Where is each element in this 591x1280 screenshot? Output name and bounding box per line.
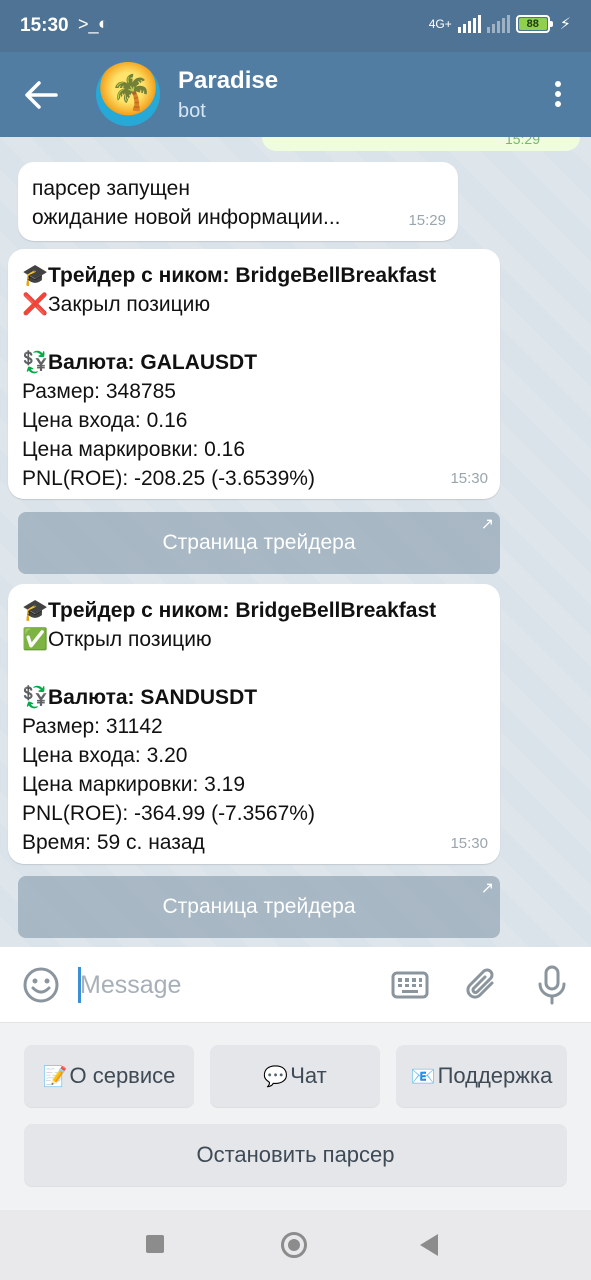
about-service-label: О сервисе [69,1063,176,1088]
home-icon[interactable] [281,1232,307,1258]
bot-avatar[interactable]: 🌴 [96,62,160,126]
about-service-button[interactable]: 📝 О сервисе [24,1045,194,1107]
microphone-icon[interactable] [536,964,568,1006]
message-input-bar [0,947,591,1023]
trade-action: Закрыл позицию [48,293,211,316]
system-back-icon[interactable] [420,1234,438,1256]
chat-subtitle: bot [178,100,206,122]
trader-name: Трейдер с ником: BridgeBellBreakfast [48,264,437,287]
mark-price: Цена маркировки: 3.19 [22,773,246,796]
message-input[interactable] [80,965,370,1005]
check-mark-icon: ✅ [22,628,49,651]
terminal-icon: >_ [78,14,99,34]
more-options-icon[interactable] [555,81,563,109]
signal-icon [457,15,481,33]
status-time: 15:30 [20,15,69,36]
pnl: PNL(ROE): -208.25 (-3.6539%) [22,467,315,490]
app-notification-icon: ◐ [98,14,109,33]
trader-page-button-label: Страница трейдера [162,895,356,918]
chat-area[interactable]: 15:29 парсер запущен ожидание новой инфо… [0,137,591,947]
support-button[interactable]: 📧 Поддержка [396,1045,567,1107]
position-size: Размер: 348785 [22,380,176,403]
message-line: ожидание новой информации... [32,206,341,229]
message-line: парсер запущен [32,177,190,200]
email-icon: 📧 [410,1065,436,1088]
currency-exchange-icon: 💱 [22,351,49,374]
stop-parser-button[interactable]: Остановить парсер [24,1124,567,1186]
trader-page-button[interactable]: Страница трейдера ↗ [18,876,500,938]
status-indicators: 4G+ 88 ⚡ [429,14,571,34]
signal-secondary-icon [486,15,510,33]
message-time: 15:30 [450,835,488,852]
currency-exchange-icon: 💱 [22,686,49,709]
bot-reply-keyboard: 📝 О сервисе 💬 Чат 📧 Поддержка Остановить па… [0,1023,591,1210]
palm-tree-icon: 🌴 [110,74,153,112]
message-time: 15:29 [504,137,540,147]
graduation-cap-icon: 🎓 [22,264,49,287]
support-label: Поддержка [437,1063,553,1088]
system-navigation-bar [0,1210,591,1280]
network-type-label: 4G+ [428,17,452,31]
trade-message-bubble[interactable]: 🎓Трейдер с ником: BridgeBellBreakfast ✅О… [8,584,500,864]
speech-bubble-icon: 💬 [263,1065,289,1088]
currency: Валюта: SANDUSDT [48,686,258,709]
status-bar: 15:30 >_ ◐ 4G+ 88 ⚡ [0,0,591,52]
trader-page-button-label: Страница трейдера [162,531,356,554]
time-ago: Время: 59 с. назад [22,831,205,854]
memo-icon: 📝 [42,1065,68,1088]
battery-level: 88 [518,18,547,30]
position-size: Размер: 31142 [22,715,163,738]
pnl: PNL(ROE): -364.99 (-7.3567%) [22,802,315,825]
entry-price: Цена входа: 0.16 [22,409,188,432]
chat-label: Чат [290,1063,327,1088]
charging-icon: ⚡ [559,16,571,33]
mark-price: Цена маркировки: 0.16 [22,438,246,461]
emoji-icon[interactable] [22,966,60,1004]
recent-apps-icon[interactable] [146,1235,164,1253]
cross-mark-icon: ❌ [22,293,49,316]
trade-action: Открыл позицию [48,628,212,651]
chat-header: 🌴 Paradise bot [0,52,591,137]
external-link-icon: ↗ [480,516,494,533]
message-bubble[interactable]: парсер запущен ожидание новой информации… [18,162,458,241]
bot-keyboard-icon[interactable] [391,971,429,999]
back-arrow-icon[interactable] [22,78,60,112]
message-time: 15:29 [408,212,446,229]
chat-title[interactable]: Paradise [178,67,278,95]
outgoing-message-partial: 15:29 [262,137,580,151]
trade-message-bubble[interactable]: 🎓Трейдер с ником: BridgeBellBreakfast ❌З… [8,249,500,499]
trader-page-button[interactable]: Страница трейдера ↗ [18,512,500,574]
entry-price: Цена входа: 3.20 [22,744,188,767]
currency: Валюта: GALAUSDT [48,351,258,374]
graduation-cap-icon: 🎓 [22,599,49,622]
external-link-icon: ↗ [480,880,494,897]
battery-icon: 88 [515,15,553,33]
attach-icon[interactable] [464,965,500,1005]
message-time: 15:30 [450,470,488,487]
chat-button[interactable]: 💬 Чат [210,1045,380,1107]
stop-parser-label: Остановить парсер [196,1142,395,1167]
trader-name: Трейдер с ником: BridgeBellBreakfast [48,599,437,622]
